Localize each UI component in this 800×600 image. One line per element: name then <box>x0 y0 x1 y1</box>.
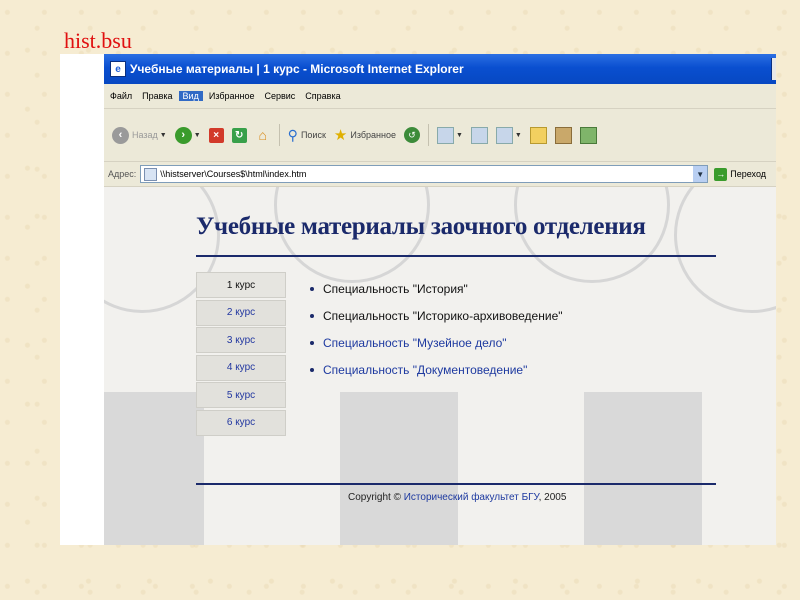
stop-icon: × <box>208 127 224 143</box>
address-url: \\histserver\Courses$\html\index.htm <box>160 169 307 179</box>
copyright: Copyright © Исторический факультет БГУ, … <box>348 492 566 503</box>
address-dropdown-icon[interactable]: ▼ <box>693 166 708 182</box>
print-button[interactable] <box>470 126 488 144</box>
chevron-down-icon[interactable]: ▼ <box>456 132 463 139</box>
mail-icon <box>436 126 454 144</box>
watermark-shield <box>584 392 702 545</box>
page-title: Учебные материалы заочного отделения <box>196 213 646 240</box>
menu-tools[interactable]: Сервис <box>260 91 299 101</box>
specialty-list: Специальность "История" Специальность "И… <box>310 275 563 383</box>
research-button[interactable] <box>554 126 572 144</box>
printer-icon <box>470 126 488 144</box>
messenger-icon <box>579 126 597 144</box>
books-icon <box>554 126 572 144</box>
folder-button[interactable] <box>529 126 547 144</box>
history-button[interactable]: ↺ <box>403 127 420 143</box>
course-nav: 1 курс 2 курс 3 курс 4 курс 5 курс 6 кур… <box>196 272 286 437</box>
watermark-shield <box>340 392 458 545</box>
home-icon: ⌂ <box>258 126 267 143</box>
specialty-archival[interactable]: Специальность "Историко-архивоведение" <box>323 309 563 323</box>
bullet-icon <box>310 367 314 372</box>
page-icon <box>144 167 158 181</box>
faculty-link[interactable]: Исторический факультет БГУ <box>404 492 539 503</box>
slide-title: hist.bsu <box>64 28 132 53</box>
chevron-down-icon[interactable]: ▼ <box>515 132 522 139</box>
back-label: Назад <box>132 130 158 140</box>
edit-button[interactable]: ▼ <box>495 126 522 144</box>
favorites-button[interactable]: ★ Избранное <box>334 126 396 144</box>
course-link-1[interactable]: 1 курс <box>196 272 286 298</box>
ie-icon: e <box>110 61 126 77</box>
specialty-history[interactable]: Специальность "История" <box>323 282 468 296</box>
forward-button[interactable]: › ▼ <box>174 126 201 144</box>
list-item[interactable]: Специальность "Музейное дело" <box>310 329 563 356</box>
window-control-button[interactable] <box>771 58 776 80</box>
menu-bar: Файл Правка Вид Избранное Сервис Справка <box>104 84 776 109</box>
messenger-button[interactable] <box>579 126 597 144</box>
back-button[interactable]: ‹ Назад ▼ <box>112 126 167 144</box>
search-label: Поиск <box>300 130 326 140</box>
specialty-museum[interactable]: Специальность "Музейное дело" <box>323 336 507 350</box>
menu-file[interactable]: Файл <box>106 91 136 101</box>
list-item[interactable]: Специальность "Документоведение" <box>310 356 563 383</box>
chevron-down-icon[interactable]: ▼ <box>160 132 167 139</box>
chevron-down-icon[interactable]: ▼ <box>194 132 201 139</box>
list-item[interactable]: Специальность "Историко-архивоведение" <box>310 302 563 329</box>
address-bar: Адрес: \\histserver\Courses$\html\index.… <box>104 162 776 187</box>
bullet-icon <box>310 340 314 345</box>
home-button[interactable]: ⌂ <box>255 126 271 143</box>
search-icon: ⚲ <box>287 126 298 143</box>
copyright-prefix: Copyright © <box>348 492 401 503</box>
page-content: Учебные материалы заочного отделения 1 к… <box>104 187 776 545</box>
screenshot-frame: e Учебные материалы | 1 курс - Microsoft… <box>60 54 776 545</box>
bullet-icon <box>310 313 314 318</box>
star-icon: ★ <box>333 127 348 144</box>
address-label: Адрес: <box>108 169 137 179</box>
heading-divider <box>196 255 716 257</box>
stop-button[interactable]: × <box>208 127 224 143</box>
search-button[interactable]: ⚲ Поиск <box>288 127 326 144</box>
refresh-icon: ↻ <box>231 127 247 143</box>
watermark-shield <box>104 392 204 545</box>
ie-icon-letter: e <box>115 63 121 75</box>
course-link-4[interactable]: 4 курс <box>196 354 286 381</box>
menu-edit[interactable]: Правка <box>138 91 176 101</box>
bullet-icon <box>310 286 314 291</box>
browser-window: e Учебные материалы | 1 курс - Microsoft… <box>104 54 776 545</box>
course-link-3[interactable]: 3 курс <box>196 327 286 353</box>
go-arrow-icon: → <box>714 167 728 181</box>
course-link-5[interactable]: 5 курс <box>196 382 286 408</box>
toolbar-separator <box>427 124 429 146</box>
go-label: Переход <box>730 169 767 179</box>
specialty-documentation[interactable]: Специальность "Документоведение" <box>323 363 527 377</box>
go-button[interactable]: → Переход <box>714 167 767 181</box>
mail-button[interactable]: ▼ <box>436 126 463 144</box>
window-title: Учебные материалы | 1 курс - Microsoft I… <box>130 62 464 76</box>
footer-divider <box>196 483 716 485</box>
menu-view[interactable]: Вид <box>178 91 203 101</box>
history-icon: ↺ <box>403 127 420 143</box>
forward-arrow-icon: › <box>174 126 192 144</box>
watermark-emblem <box>674 187 776 313</box>
copyright-suffix: , 2005 <box>538 492 567 503</box>
favorites-label: Избранное <box>350 130 396 140</box>
course-link-6[interactable]: 6 курс <box>196 409 286 436</box>
refresh-button[interactable]: ↻ <box>231 127 247 143</box>
menu-favorites[interactable]: Избранное <box>205 91 259 101</box>
title-bar[interactable]: e Учебные материалы | 1 курс - Microsoft… <box>104 54 776 84</box>
folder-icon <box>529 126 547 144</box>
list-item[interactable]: Специальность "История" <box>310 275 563 302</box>
course-link-2[interactable]: 2 курс <box>196 299 286 326</box>
edit-icon <box>495 126 513 144</box>
address-input[interactable]: \\histserver\Courses$\html\index.htm ▼ <box>140 165 709 183</box>
toolbar: ‹ Назад ▼ › ▼ × ↻ ⌂ ⚲ Поиск ★ Избранное … <box>104 109 776 162</box>
back-arrow-icon: ‹ <box>112 126 129 144</box>
toolbar-separator <box>278 124 280 146</box>
menu-help[interactable]: Справка <box>301 91 344 101</box>
